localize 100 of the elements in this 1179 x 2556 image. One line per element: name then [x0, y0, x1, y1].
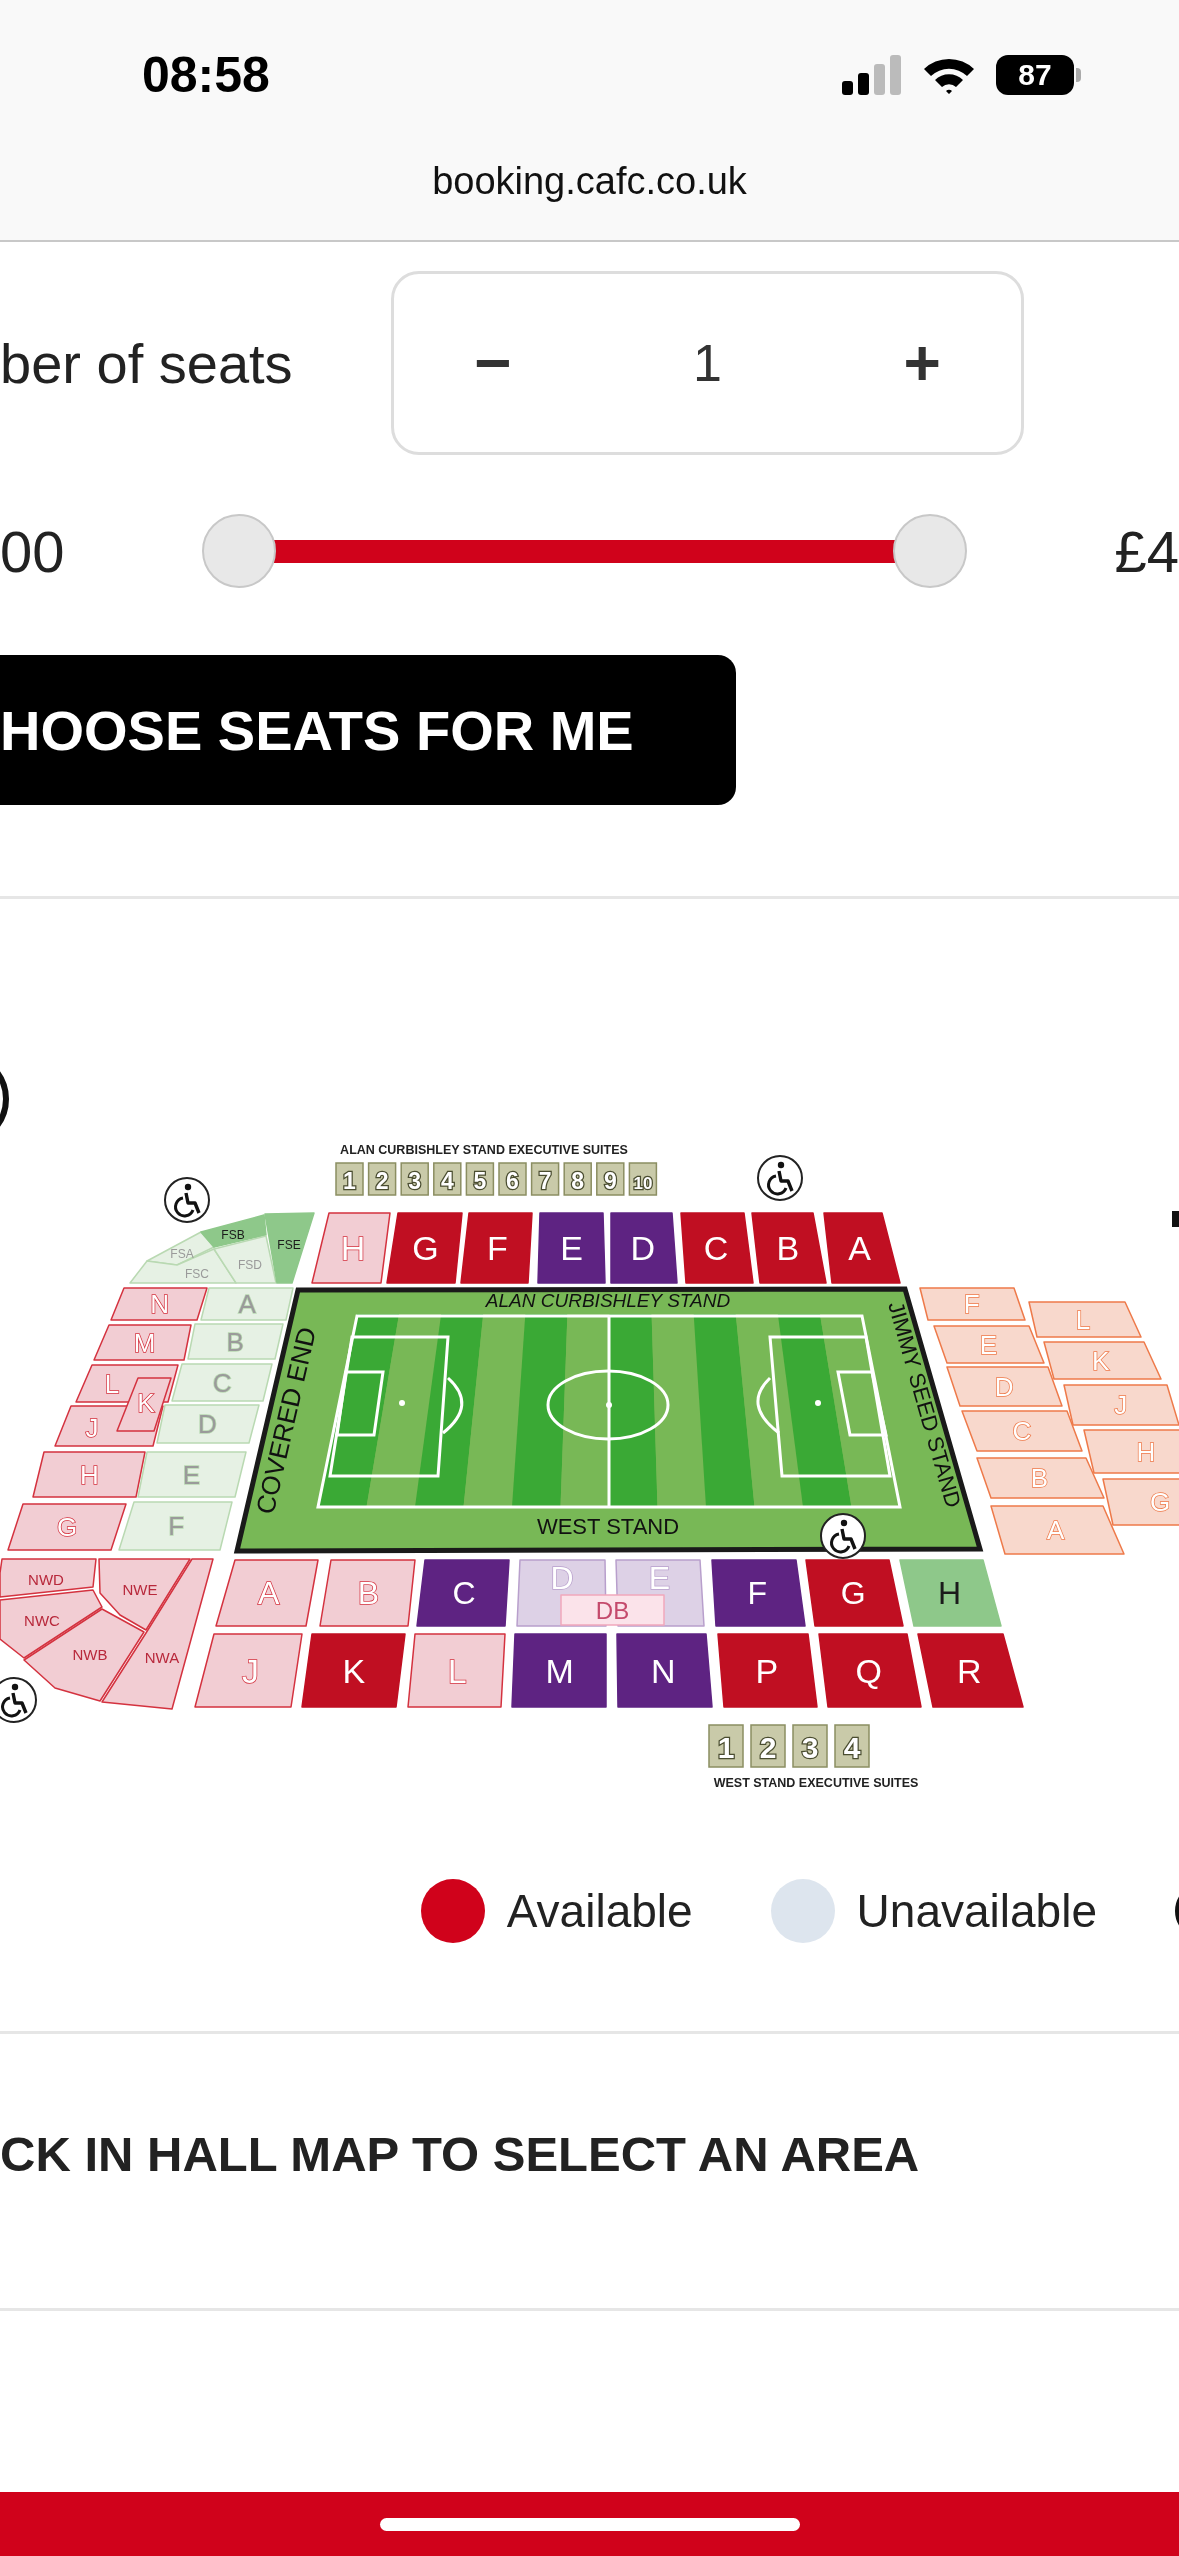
decrement-button[interactable]: −: [454, 326, 532, 400]
block-label: R: [956, 1651, 982, 1690]
suite-box[interactable]: 4: [834, 1724, 870, 1768]
suite-box[interactable]: 7: [530, 1162, 560, 1196]
block-label: F: [963, 1289, 980, 1319]
block-label: B: [776, 1229, 800, 1267]
signal-icon: [842, 55, 902, 95]
block-label: J: [85, 1413, 99, 1443]
suite-box[interactable]: 6: [498, 1162, 527, 1196]
seats-label: ber of seats: [0, 330, 294, 396]
suite-box[interactable]: 9: [596, 1162, 625, 1196]
block-label: C: [703, 1229, 729, 1267]
block-label: A: [848, 1229, 871, 1267]
block-label: D: [994, 1371, 1014, 1402]
suite-box[interactable]: 10: [628, 1162, 658, 1196]
block-label: F: [168, 1511, 185, 1541]
seating-block[interactable]: [537, 1212, 606, 1284]
increment-button[interactable]: +: [883, 326, 961, 400]
block-label: E: [979, 1329, 998, 1360]
block-label: G: [840, 1575, 866, 1611]
block-label: E: [560, 1229, 583, 1267]
block-label: L: [447, 1651, 467, 1690]
seating-block[interactable]: [511, 1633, 607, 1708]
block-label: P: [755, 1651, 779, 1690]
seating-block[interactable]: [917, 1633, 1024, 1708]
legend-label: Available: [506, 1884, 693, 1938]
edge-mark: [1172, 1211, 1179, 1227]
block-label: F: [747, 1575, 767, 1611]
block-label: NWD: [28, 1570, 64, 1588]
suite-box[interactable]: 4: [433, 1162, 462, 1196]
suite-box[interactable]: 8: [563, 1162, 592, 1196]
seating-block[interactable]: [899, 1559, 1002, 1627]
seating-block[interactable]: [460, 1212, 533, 1284]
block-label: NWC: [24, 1611, 60, 1629]
suite-box[interactable]: 1: [708, 1724, 744, 1768]
seating-block[interactable]: [416, 1559, 510, 1627]
block-label: L: [104, 1368, 120, 1399]
block-label: FSD: [238, 1258, 262, 1272]
address-url[interactable]: booking.cafc.co.uk: [432, 150, 747, 203]
seat-count: 1: [693, 333, 722, 393]
block-label: L: [1075, 1304, 1091, 1335]
block-label: G: [56, 1512, 78, 1542]
suite-box[interactable]: 5: [465, 1162, 495, 1196]
block-label: C: [212, 1367, 232, 1398]
min-price-label: 00: [0, 517, 66, 585]
block-label: A: [238, 1289, 256, 1319]
suite-box[interactable]: 3: [792, 1724, 828, 1768]
block-label: NWB: [72, 1645, 108, 1663]
seating-block[interactable]: [301, 1633, 406, 1708]
block-label: E: [182, 1459, 201, 1490]
block-label: FSB: [221, 1228, 245, 1242]
wheelchair-icon: [0, 1677, 37, 1723]
block-label: K: [342, 1651, 366, 1690]
suite-box[interactable]: 2: [367, 1162, 397, 1196]
block-label: H: [937, 1575, 962, 1611]
suite-box[interactable]: 3: [400, 1162, 429, 1196]
suite-box[interactable]: 2: [750, 1724, 786, 1768]
block-label: NWE: [122, 1580, 158, 1598]
seating-block[interactable]: [711, 1559, 806, 1627]
seating-block[interactable]: [823, 1212, 901, 1284]
block-label: FSA: [170, 1247, 194, 1261]
block-label: DB: [595, 1596, 630, 1624]
block-label: K: [1092, 1345, 1110, 1376]
wheelchair-icon: [820, 1513, 866, 1559]
block-label: NWA: [144, 1648, 180, 1666]
suites-title: WEST STAND EXECUTIVE SUITES: [713, 1776, 919, 1790]
block-label: D: [198, 1409, 217, 1439]
seating-block[interactable]: [818, 1633, 922, 1708]
legend-label: Unavailable: [856, 1884, 1097, 1938]
suites-title: ALAN CURBISHLEY STAND EXECUTIVE SUITES: [340, 1143, 628, 1157]
seating-block[interactable]: [680, 1212, 754, 1284]
block-label: G: [412, 1229, 439, 1267]
stand-label: WEST STAND: [536, 1513, 680, 1539]
block-label: H: [340, 1229, 366, 1267]
seating-block[interactable]: [386, 1212, 463, 1284]
seating-block[interactable]: [805, 1559, 904, 1627]
block-label: F: [487, 1229, 508, 1267]
block-label: J: [242, 1651, 259, 1690]
block-label: D: [630, 1229, 656, 1267]
stand-label: ALAN CURBISHLEY STAND: [485, 1290, 731, 1311]
wheelchair-icon: [164, 1177, 210, 1223]
choose-seats-button[interactable]: HOOSE SEATS FOR ME: [0, 655, 736, 805]
instruction-text: CK IN HALL MAP TO SELECT AN AREA: [0, 2127, 920, 2181]
block-label: N: [650, 1651, 676, 1690]
block-label: G: [1149, 1487, 1171, 1517]
block-label: M: [545, 1651, 574, 1690]
block-label: K: [137, 1388, 155, 1418]
block-label: B: [226, 1326, 244, 1357]
seating-block[interactable]: [717, 1633, 818, 1708]
suite-box[interactable]: 1: [335, 1162, 364, 1196]
seating-block[interactable]: [610, 1212, 678, 1284]
block-label: B: [1030, 1463, 1049, 1493]
block-label: C: [452, 1575, 476, 1611]
block-label: FSC: [185, 1267, 209, 1281]
seating-block[interactable]: [751, 1212, 827, 1284]
stand-label: COVERED END: [249, 1324, 322, 1517]
seating-block[interactable]: [616, 1633, 713, 1708]
block-label: Q: [855, 1651, 882, 1690]
block-label: A: [1047, 1515, 1065, 1545]
battery-tip: [1076, 68, 1081, 82]
